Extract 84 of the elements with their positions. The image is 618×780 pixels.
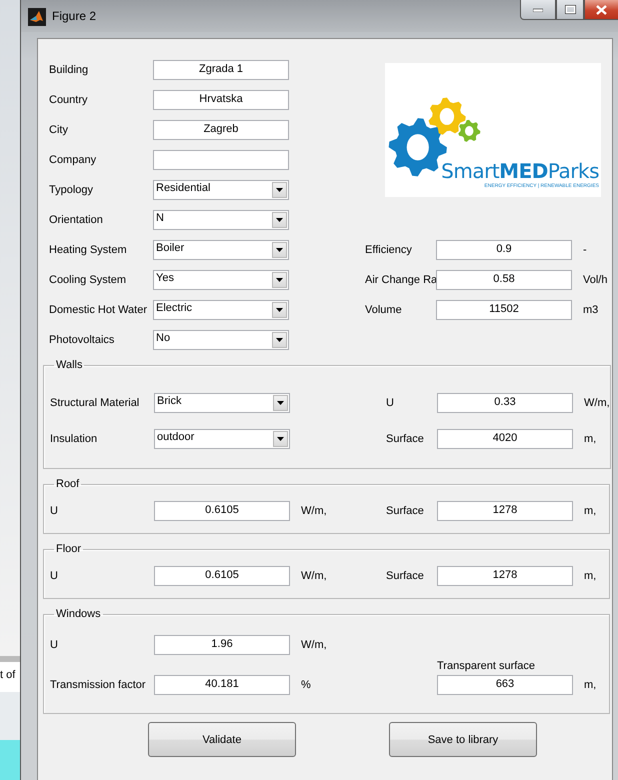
- push-button[interactable]: Save to library: [389, 722, 537, 757]
- dropdown-arrow-icon: [276, 338, 283, 342]
- field-label: Heating System: [49, 244, 128, 256]
- hexagon-pattern: [0, 740, 20, 780]
- text-field[interactable]: 1.96: [154, 635, 290, 655]
- dropdown[interactable]: N: [153, 210, 289, 230]
- minimize-icon: [533, 8, 543, 12]
- text-field[interactable]: 0.6105: [154, 501, 290, 521]
- dropdown[interactable]: Electric: [153, 300, 289, 320]
- text-field[interactable]: 0.9: [436, 240, 572, 260]
- unit-label: m,: [583, 679, 598, 691]
- maximize-button[interactable]: [556, 0, 584, 20]
- unit-label: m,: [583, 570, 598, 582]
- dropdown-arrow-icon: [276, 308, 283, 312]
- close-icon: [596, 4, 607, 14]
- text-field[interactable]: 0.33: [437, 393, 573, 413]
- text-field[interactable]: 1278: [437, 501, 573, 521]
- field-label: Efficiency: [365, 244, 413, 256]
- field-label: Transparent surface: [437, 660, 536, 672]
- field-label: U: [50, 505, 59, 517]
- field-label: Typology: [49, 184, 94, 196]
- field-label: Building: [49, 64, 90, 76]
- group-title: Walls: [55, 359, 84, 371]
- logo-wordmark: SmartMEDParks: [441, 159, 599, 183]
- field-label: U: [50, 639, 59, 651]
- dropdown-arrow-icon: [276, 218, 283, 222]
- unit-label: Vol/h: [582, 274, 608, 286]
- unit-label: W/m,: [300, 570, 328, 582]
- field-label: Cooling System: [49, 274, 128, 286]
- minimize-button[interactable]: [520, 0, 556, 20]
- text-field[interactable]: 0.6105: [154, 566, 290, 586]
- unit-label: W/m,: [583, 397, 610, 409]
- unit-label: m,: [583, 433, 598, 445]
- field-label: Surface: [386, 433, 425, 445]
- dropdown[interactable]: Yes: [153, 270, 289, 290]
- text-field[interactable]: 1278: [437, 566, 573, 586]
- dropdown-arrow-icon: [276, 248, 283, 252]
- field-label: Structural Material: [50, 397, 140, 409]
- unit-label: m,: [583, 505, 598, 517]
- unit-label: W/m,: [300, 505, 328, 517]
- group-title: Windows: [55, 608, 102, 620]
- field-label: Surface: [386, 570, 425, 582]
- unit-label: -: [582, 244, 588, 256]
- text-field[interactable]: [153, 150, 289, 170]
- text-field[interactable]: Zagreb: [153, 120, 289, 140]
- group-title: Roof: [55, 478, 80, 490]
- dropdown[interactable]: Brick: [154, 393, 290, 413]
- field-label: Company: [49, 154, 98, 166]
- field-label: U: [50, 570, 59, 582]
- dropdown[interactable]: outdoor: [154, 429, 290, 449]
- field-label: Insulation: [50, 433, 98, 445]
- dropdown[interactable]: Boiler: [153, 240, 289, 260]
- field-label: Transmission factor: [50, 679, 147, 691]
- field-label: Volume: [365, 304, 403, 316]
- text-field[interactable]: Zgrada 1: [153, 60, 289, 80]
- field-label: City: [49, 124, 69, 136]
- text-field[interactable]: 663: [437, 675, 573, 695]
- dropdown[interactable]: Residential: [153, 180, 289, 200]
- field-label: Surface: [386, 505, 425, 517]
- unit-label: m3: [582, 304, 600, 316]
- text-field[interactable]: 0.58: [436, 270, 572, 290]
- dropdown[interactable]: No: [153, 330, 289, 350]
- unit-label: %: [300, 679, 312, 691]
- field-label: Orientation: [49, 214, 104, 226]
- close-button[interactable]: [584, 0, 618, 20]
- dropdown-arrow-icon: [277, 437, 284, 441]
- text-field[interactable]: 4020: [437, 429, 573, 449]
- background-window-text: t of: [0, 656, 20, 692]
- dropdown-arrow-icon: [276, 188, 283, 192]
- text-field[interactable]: 11502: [436, 300, 572, 320]
- group-title: Floor: [55, 543, 82, 555]
- unit-label: W/m,: [300, 639, 328, 651]
- text-field[interactable]: 40.181: [154, 675, 290, 695]
- app-logo-icon: [28, 8, 46, 26]
- window-title: Figure 2: [52, 9, 96, 23]
- dropdown-arrow-icon: [276, 278, 283, 282]
- push-button[interactable]: Validate: [148, 722, 296, 757]
- maximize-icon: [564, 5, 576, 14]
- field-label: U: [386, 397, 395, 409]
- text-field[interactable]: Hrvatska: [153, 90, 289, 110]
- field-label: Domestic Hot Water: [49, 304, 148, 316]
- dropdown-arrow-icon: [277, 401, 284, 405]
- field-label: Photovoltaics: [49, 334, 116, 346]
- field-label: Country: [49, 94, 89, 106]
